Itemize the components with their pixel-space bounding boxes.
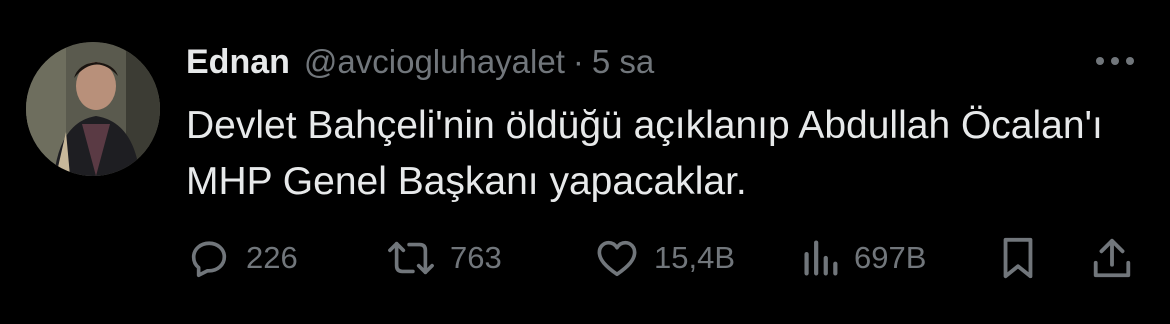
author-name[interactable]: Ednan (186, 43, 290, 82)
reply-count: 226 (246, 240, 298, 275)
tweet-text: Devlet Bahçeli'nin öldüğü açıklanıp Abdu… (186, 104, 1103, 203)
like-icon (597, 240, 637, 277)
bookmark-icon (1003, 237, 1033, 279)
like-button[interactable]: 15,4B (594, 228, 735, 288)
tweet-time[interactable]: 5 sa (592, 43, 654, 81)
retweet-icon (388, 241, 434, 275)
like-count: 15,4B (654, 240, 736, 275)
tweet[interactable]: Ednan @avciogluhayalet · 5 sa Devlet Bah… (0, 0, 1170, 324)
share-button[interactable] (1090, 228, 1134, 288)
views-button[interactable]: 697B (800, 228, 926, 288)
share-icon (1093, 238, 1131, 278)
avatar-image (26, 42, 160, 176)
author-handle[interactable]: @avciogluhayalet (304, 43, 565, 81)
reply-icon (191, 241, 227, 278)
views-icon (804, 240, 838, 276)
views-count: 697B (854, 240, 927, 275)
tweet-header: Ednan @avciogluhayalet · 5 sa (186, 40, 654, 84)
avatar[interactable] (26, 42, 160, 176)
reply-button[interactable]: 226 (186, 228, 298, 288)
separator-dot: · (572, 43, 584, 80)
retweet-count: 763 (450, 240, 502, 275)
more-horizontal-icon (1096, 57, 1134, 65)
bookmark-button[interactable] (998, 228, 1038, 288)
retweet-button[interactable]: 763 (386, 228, 502, 288)
tweet-actions: 226 763 15,4B 697B (0, 228, 1170, 288)
more-options-button[interactable] (1092, 50, 1138, 72)
